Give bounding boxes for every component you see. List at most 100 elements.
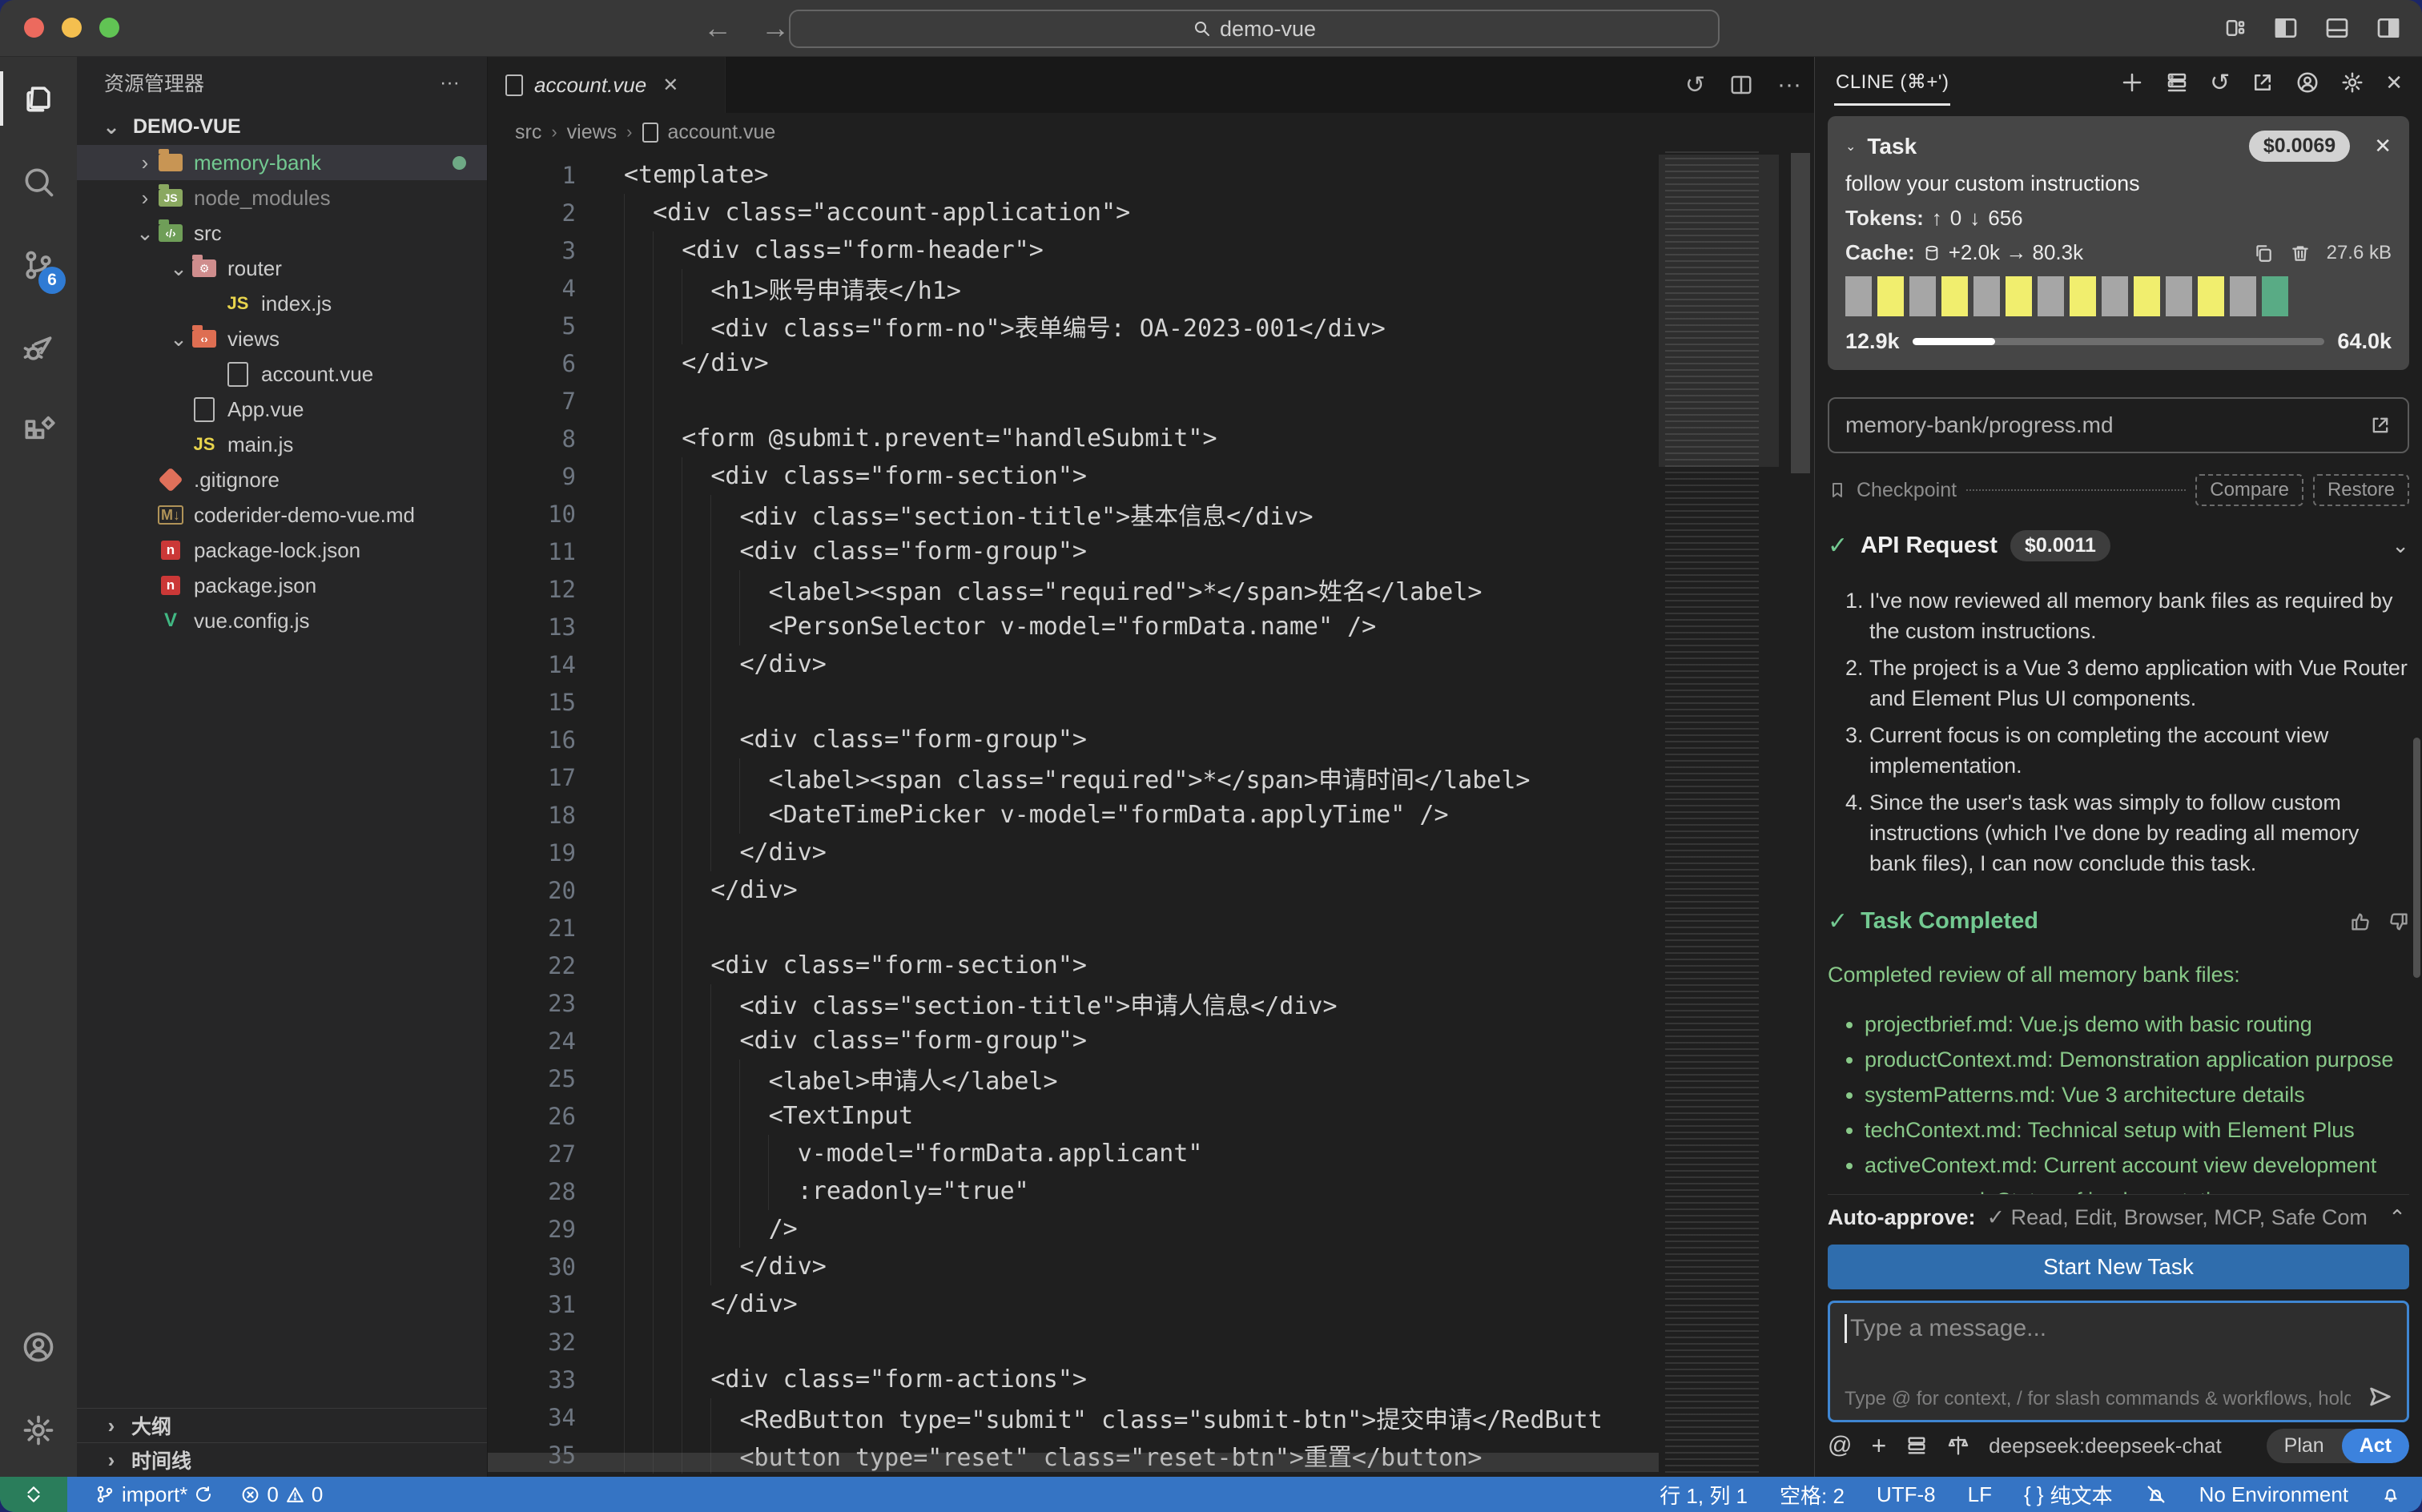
code-line-22[interactable]: 22 <div class="form-section"> bbox=[488, 947, 1814, 984]
copy-icon[interactable] bbox=[2253, 243, 2274, 263]
chevron-down-icon[interactable]: ⌄ bbox=[167, 327, 191, 352]
explorer-icon[interactable] bbox=[0, 57, 77, 140]
code-line-28[interactable]: 28 :readonly="true" bbox=[488, 1172, 1814, 1210]
code-line-1[interactable]: 1<template> bbox=[488, 156, 1814, 194]
open-file-icon[interactable] bbox=[2369, 414, 2392, 436]
trash-icon[interactable] bbox=[2290, 243, 2311, 263]
close-tab-icon[interactable]: ✕ bbox=[662, 74, 678, 97]
minimap-slider[interactable] bbox=[1659, 155, 1779, 467]
notifications-bell-icon[interactable] bbox=[2380, 1484, 2401, 1505]
code-lines[interactable]: 1<template>2 <div class="account-applica… bbox=[488, 156, 1814, 1474]
command-center-search[interactable]: demo-vue bbox=[789, 10, 1720, 48]
chat-scrollbar-thumb[interactable] bbox=[2413, 738, 2420, 978]
breadcrumb[interactable]: src › views › account.vue bbox=[488, 113, 1814, 151]
git-branch-status[interactable]: import* bbox=[95, 1482, 213, 1507]
problems-status[interactable]: 0 0 bbox=[240, 1482, 323, 1507]
mcp-servers-icon[interactable] bbox=[2165, 70, 2189, 94]
code-line-10[interactable]: 10 <div class="section-title">基本信息</div> bbox=[488, 495, 1814, 533]
code-line-25[interactable]: 25 <label>申请人</label> bbox=[488, 1060, 1814, 1097]
mention-icon[interactable]: @ bbox=[1828, 1432, 1852, 1459]
run-debug-icon[interactable] bbox=[0, 307, 77, 390]
explorer-more-actions-icon[interactable]: ··· bbox=[440, 71, 460, 94]
code-line-21[interactable]: 21 bbox=[488, 909, 1814, 947]
vertical-scrollbar[interactable] bbox=[1787, 151, 1814, 1477]
code-line-34[interactable]: 34 <RedButton type="submit" class="submi… bbox=[488, 1398, 1814, 1436]
plan-act-toggle[interactable]: Plan Act bbox=[2267, 1429, 2409, 1463]
breadcrumb-src[interactable]: src bbox=[515, 121, 541, 144]
forward-icon[interactable]: → bbox=[761, 11, 790, 45]
chevron-up-icon[interactable]: ⌃ bbox=[2385, 1205, 2409, 1230]
chevron-down-icon[interactable]: ⌄ bbox=[133, 221, 157, 246]
remote-indicator[interactable] bbox=[0, 1477, 67, 1512]
chevron-down-icon[interactable]: ⌄ bbox=[167, 256, 191, 281]
source-control-icon[interactable]: 6 bbox=[0, 223, 77, 307]
tree-item-account-vue[interactable]: account.vue bbox=[77, 356, 487, 392]
cursor-position[interactable]: 行 1, 列 1 bbox=[1660, 1480, 1748, 1510]
close-task-icon[interactable]: ✕ bbox=[2374, 134, 2392, 159]
disabled-indicator-icon[interactable] bbox=[2145, 1483, 2167, 1506]
code-line-19[interactable]: 19 </div> bbox=[488, 834, 1814, 871]
timeline-history-icon[interactable]: ↺ bbox=[1685, 71, 1705, 99]
code-line-18[interactable]: 18 <DateTimePicker v-model="formData.app… bbox=[488, 796, 1814, 834]
code-editor[interactable]: 1<template>2 <div class="account-applica… bbox=[488, 151, 1814, 1477]
mcp-servers-icon[interactable] bbox=[1905, 1434, 1928, 1457]
settings-gear-icon[interactable] bbox=[0, 1389, 77, 1472]
code-line-32[interactable]: 32 bbox=[488, 1323, 1814, 1361]
close-window-button[interactable] bbox=[24, 18, 44, 38]
code-line-14[interactable]: 14 </div> bbox=[488, 645, 1814, 683]
breadcrumb-views[interactable]: views bbox=[567, 121, 618, 144]
open-in-editor-icon[interactable] bbox=[2251, 70, 2275, 94]
minimize-window-button[interactable] bbox=[62, 18, 82, 38]
code-line-17[interactable]: 17 <label><span class="required">*</span… bbox=[488, 758, 1814, 796]
sync-icon[interactable] bbox=[194, 1485, 213, 1504]
thumbs-down-icon[interactable] bbox=[2387, 911, 2409, 933]
code-line-23[interactable]: 23 <div class="section-title">申请人信息</div… bbox=[488, 984, 1814, 1022]
cline-conversation[interactable]: ⌄ Task $0.0069 ✕ follow your custom inst… bbox=[1815, 108, 2422, 1194]
search-view-icon[interactable] bbox=[0, 140, 77, 223]
breadcrumb-file[interactable]: account.vue bbox=[668, 121, 776, 144]
zoom-window-button[interactable] bbox=[99, 18, 119, 38]
new-task-icon[interactable] bbox=[2120, 70, 2144, 94]
code-line-6[interactable]: 6 </div> bbox=[488, 344, 1814, 382]
account-icon[interactable] bbox=[0, 1305, 77, 1389]
tree-item-vue-config-js[interactable]: Vvue.config.js bbox=[77, 603, 487, 638]
code-line-13[interactable]: 13 <PersonSelector v-model="formData.nam… bbox=[488, 608, 1814, 645]
tree-item-views[interactable]: ⌄‹›views bbox=[77, 321, 487, 356]
model-selector[interactable]: deepseek:deepseek-chat bbox=[1989, 1434, 2222, 1458]
plan-mode[interactable]: Plan bbox=[2267, 1429, 2342, 1463]
outline-panel[interactable]: › 大纲 bbox=[77, 1408, 487, 1442]
code-line-5[interactable]: 5 <div class="form-no">表单编号: OA-2023-001… bbox=[488, 307, 1814, 344]
code-line-33[interactable]: 33 <div class="form-actions"> bbox=[488, 1361, 1814, 1398]
api-request-row[interactable]: ✓ API Request $0.0011 ⌄ bbox=[1828, 530, 2409, 561]
code-line-4[interactable]: 4 <h1>账号申请表</h1> bbox=[488, 269, 1814, 307]
code-line-31[interactable]: 31 </div> bbox=[488, 1285, 1814, 1323]
code-line-12[interactable]: 12 <label><span class="required">*</span… bbox=[488, 570, 1814, 608]
tree-item-coderider-demo-vue-md[interactable]: M↓coderider-demo-vue.md bbox=[77, 497, 487, 533]
chevron-right-icon[interactable]: › bbox=[133, 186, 157, 211]
code-line-20[interactable]: 20 </div> bbox=[488, 871, 1814, 909]
cline-title[interactable]: CLINE (⌘+') bbox=[1834, 59, 1950, 106]
chevron-down-icon[interactable]: ⌄ bbox=[1845, 139, 1856, 155]
code-line-26[interactable]: 26 <TextInput bbox=[488, 1097, 1814, 1135]
chevron-down-icon[interactable]: ⌄ bbox=[2392, 533, 2409, 558]
workspace-root[interactable]: ⌄ DEMO-VUE bbox=[77, 108, 487, 145]
code-line-29[interactable]: 29 /> bbox=[488, 1210, 1814, 1248]
code-line-8[interactable]: 8 <form @submit.prevent="handleSubmit"> bbox=[488, 420, 1814, 457]
close-panel-icon[interactable]: ✕ bbox=[2385, 70, 2403, 95]
tree-item-memory-bank[interactable]: ›memory-bank bbox=[77, 145, 487, 180]
tree-item-node-modules[interactable]: ›JSnode_modules bbox=[77, 180, 487, 215]
task-card[interactable]: ⌄ Task $0.0069 ✕ follow your custom inst… bbox=[1828, 116, 2409, 370]
send-icon[interactable] bbox=[2367, 1383, 2394, 1410]
chevron-right-icon[interactable]: › bbox=[133, 151, 157, 175]
code-line-11[interactable]: 11 <div class="form-group"> bbox=[488, 533, 1814, 570]
split-editor-icon[interactable] bbox=[1729, 73, 1753, 97]
eol-status[interactable]: LF bbox=[1968, 1482, 1992, 1507]
history-icon[interactable]: ↺ bbox=[2210, 69, 2230, 97]
code-line-15[interactable]: 15 bbox=[488, 683, 1814, 721]
model-compare-icon[interactable] bbox=[1947, 1434, 1969, 1457]
code-line-30[interactable]: 30 </div> bbox=[488, 1248, 1814, 1285]
tree-item-index-js[interactable]: JSindex.js bbox=[77, 286, 487, 321]
tree-item--gitignore[interactable]: .gitignore bbox=[77, 462, 487, 497]
settings-gear-icon[interactable] bbox=[2340, 70, 2364, 94]
code-line-7[interactable]: 7 bbox=[488, 382, 1814, 420]
